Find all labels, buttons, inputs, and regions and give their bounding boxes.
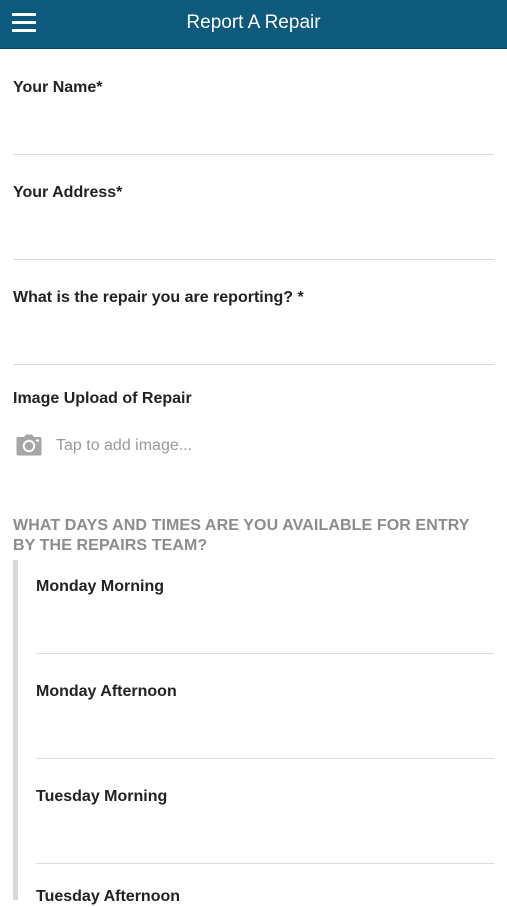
- availability-heading: WHAT DAYS AND TIMES ARE YOU AVAILABLE FO…: [13, 517, 470, 554]
- tuesday-afternoon-label: Tuesday Afternoon: [36, 888, 181, 905]
- page-title: Report A Repair: [186, 12, 321, 33]
- monday-morning-input[interactable]: [36, 617, 494, 651]
- repair-label: What is the repair you are reporting? *: [13, 289, 304, 306]
- tuesday-morning-input[interactable]: [36, 827, 494, 861]
- monday-morning-label: Monday Morning: [36, 578, 164, 595]
- image-upload-placeholder: Tap to add image...: [56, 437, 193, 454]
- camera-icon: [16, 434, 42, 456]
- app-header: Report A Repair: [0, 0, 507, 49]
- monday-afternoon-input[interactable]: [36, 722, 494, 756]
- image-upload-button[interactable]: Tap to add image...: [16, 432, 316, 460]
- image-upload-label: Image Upload of Repair: [13, 390, 192, 407]
- monday-morning-field: Monday Morning: [36, 577, 494, 654]
- name-label: Your Name*: [13, 79, 103, 96]
- repair-field: What is the repair you are reporting? *: [13, 288, 494, 365]
- monday-afternoon-field: Monday Afternoon: [36, 682, 494, 759]
- availability-group-bar: [13, 560, 18, 900]
- address-label: Your Address*: [13, 184, 123, 201]
- name-field: Your Name*: [13, 78, 494, 155]
- monday-afternoon-label: Monday Afternoon: [36, 683, 177, 700]
- address-input[interactable]: [13, 223, 494, 257]
- tuesday-afternoon-field: Tuesday Afternoon: [36, 887, 494, 905]
- tuesday-morning-label: Tuesday Morning: [36, 788, 168, 805]
- repair-input[interactable]: [13, 328, 494, 362]
- tuesday-morning-field: Tuesday Morning: [36, 787, 494, 864]
- address-field: Your Address*: [13, 183, 494, 260]
- name-input[interactable]: [13, 118, 494, 152]
